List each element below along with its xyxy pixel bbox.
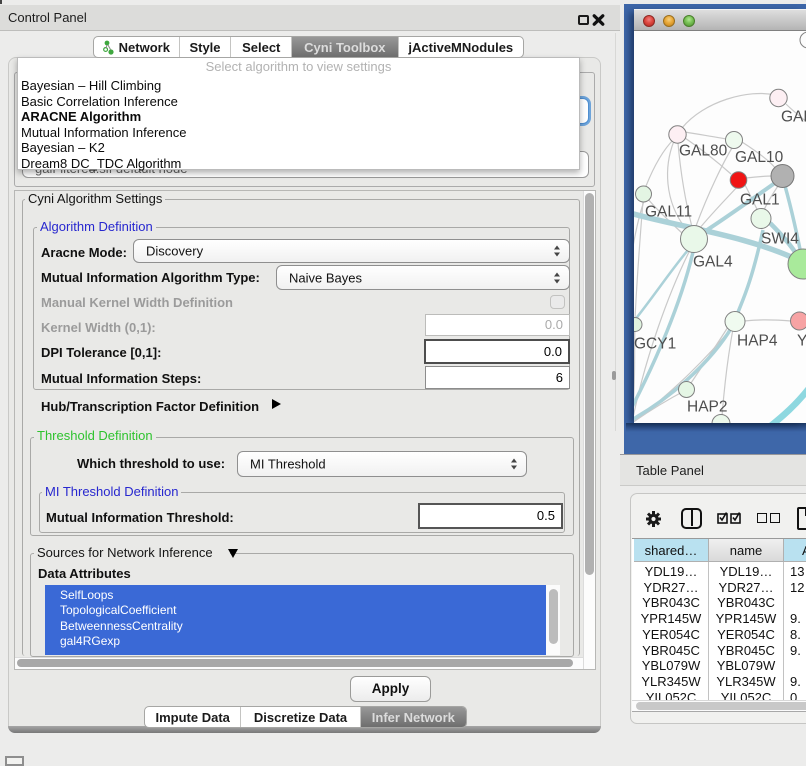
svg-text:GAL80: GAL80 — [679, 143, 728, 160]
svg-text:Y: Y — [797, 333, 806, 350]
svg-text:HAP4: HAP4 — [737, 333, 778, 350]
svg-text:HAP2: HAP2 — [687, 399, 728, 416]
svg-text:GCY1: GCY1 — [634, 336, 676, 353]
svg-text:GAL4: GAL4 — [693, 254, 733, 271]
svg-text:GAL10: GAL10 — [735, 149, 784, 166]
svg-text:SWI4: SWI4 — [761, 231, 799, 248]
svg-text:GAL11: GAL11 — [645, 204, 692, 221]
svg-text:GAL: GAL — [781, 109, 806, 126]
svg-text:GAL1: GAL1 — [740, 192, 780, 209]
